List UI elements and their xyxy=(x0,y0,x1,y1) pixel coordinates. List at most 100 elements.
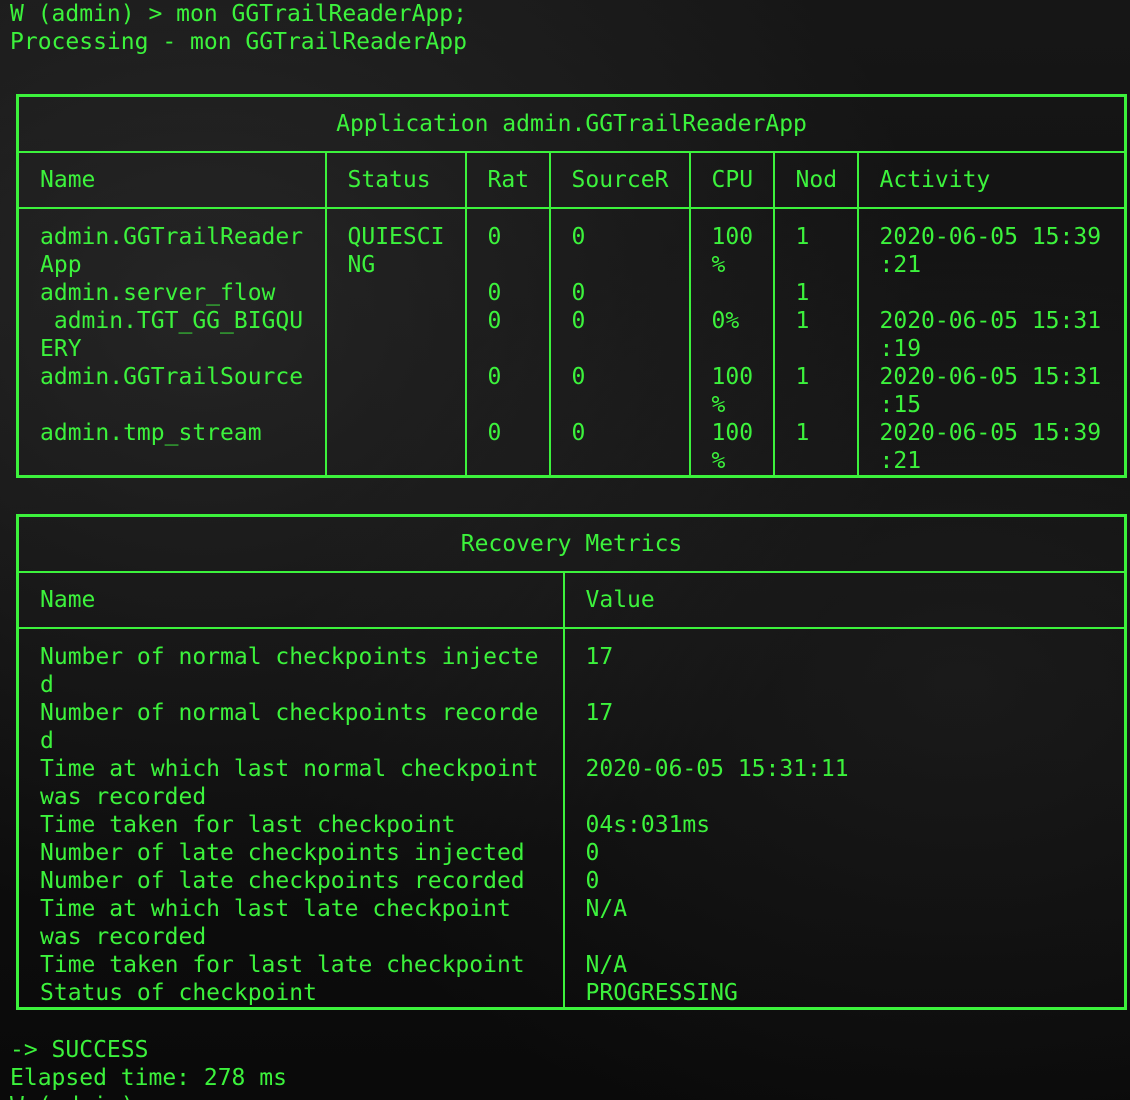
recovery-metrics-cell: Number of normal checkpoints recorde xyxy=(40,700,539,726)
application-table-column-header: CPU xyxy=(688,151,775,209)
recovery-metrics-header-row: Name Value xyxy=(16,571,1127,629)
application-table-column-header: Rat xyxy=(464,151,551,209)
application-table: Application admin.GGTrailReaderApp Name S… xyxy=(16,94,1127,478)
application-table-cell xyxy=(572,335,688,363)
application-table-cell: 0 xyxy=(571,420,586,446)
application-table-cell: 2020-06-05 15:31 xyxy=(879,308,1102,334)
recovery-metrics-cell: d xyxy=(40,728,54,754)
recovery-metrics-cell: N/A xyxy=(585,952,628,978)
application-table-column-header: Activity xyxy=(856,151,1127,209)
recovery-metrics-column-header: Value xyxy=(562,571,1127,629)
application-table-cell: :19 xyxy=(879,336,922,362)
recovery-metrics-cell: 17 xyxy=(585,644,614,670)
application-table-cell xyxy=(796,251,856,279)
recovery-metrics-cell: 0 xyxy=(585,840,600,866)
recovery-metrics-cell: Time at which last late checkpoint xyxy=(40,896,511,922)
application-table-cell: 1 xyxy=(795,280,810,306)
application-table-header-row: Name Status Rat SourceR CPU Nod Activity xyxy=(16,151,1127,209)
recovery-metrics-column-header: Name xyxy=(16,571,565,629)
application-table-cell: 2020-06-05 15:31 xyxy=(879,364,1102,390)
recovery-metrics-cell xyxy=(586,727,1124,755)
application-table-column: admin.GGTrailReader App admin.server_flow … xyxy=(16,207,327,478)
recovery-metrics-cell: 2020-06-05 15:31:11 xyxy=(585,756,849,782)
elapsed-time-line: Elapsed time: 278 ms xyxy=(10,1065,287,1091)
recovery-metrics-cell xyxy=(586,671,1124,699)
command-line: W (admin) > mon GGTrailReaderApp; xyxy=(10,1,467,27)
recovery-metrics-cell: was recorded xyxy=(40,784,207,810)
application-table-cell: 1 xyxy=(795,308,810,334)
application-table-column: QUIESCI NG xyxy=(324,207,467,478)
application-table-column: 100% 0% 100% 100% xyxy=(688,207,775,478)
application-table-cell: QUIESCI xyxy=(347,224,445,250)
application-table-cell: 0 xyxy=(571,280,586,306)
application-table-cell: :15 xyxy=(879,392,922,418)
application-table-column-header: Nod xyxy=(772,151,859,209)
recovery-metrics-cell: PROGRESSING xyxy=(585,980,738,1006)
processing-line: Processing - mon GGTrailReaderApp xyxy=(10,29,467,55)
application-table-cell: 0 xyxy=(571,308,586,334)
recovery-metrics-cell: d xyxy=(40,672,54,698)
application-table-cell: :21 xyxy=(879,252,922,278)
application-table-cell: 2020-06-05 15:39 xyxy=(879,224,1102,250)
recovery-metrics-cell xyxy=(586,783,1124,811)
application-table-cell: 1 xyxy=(795,224,810,250)
application-table-cell xyxy=(488,251,548,279)
application-table-cell xyxy=(880,279,1124,307)
application-table-cell: 0 xyxy=(487,224,502,250)
application-table-body: admin.GGTrailReader App admin.server_flow … xyxy=(16,207,1127,478)
application-table-cell: ERY xyxy=(40,336,82,362)
recovery-metrics-cell xyxy=(586,923,1124,951)
application-table-cell xyxy=(348,391,464,419)
application-table-cell: admin.GGTrailSource xyxy=(40,364,304,390)
application-table-cell xyxy=(712,335,772,363)
application-table-cell: 0% xyxy=(711,308,740,334)
recovery-metrics-cell: Number of normal checkpoints injecte xyxy=(40,644,539,670)
recovery-metrics-title: Recovery Metrics xyxy=(16,514,1127,573)
application-table-cell: 1 xyxy=(795,420,810,446)
result-line: -> SUCCESS xyxy=(10,1037,149,1063)
application-table-cell xyxy=(348,335,464,363)
recovery-metrics-cell: Number of late checkpoints injected xyxy=(40,840,525,866)
recovery-metrics-cell: N/A xyxy=(585,896,628,922)
application-table-cell xyxy=(488,447,548,475)
application-table-cell xyxy=(572,391,688,419)
recovery-metrics-cell: Time taken for last late checkpoint xyxy=(40,952,525,978)
application-table-cell: 100 xyxy=(711,224,754,250)
application-table-cell xyxy=(796,447,856,475)
recovery-metrics-cell: 17 xyxy=(585,700,614,726)
application-table-column-header: SourceR xyxy=(548,151,691,209)
application-table-column: 0 00 0 0 xyxy=(464,207,551,478)
recovery-metrics-cell: 0 xyxy=(585,868,600,894)
application-table-cell xyxy=(572,447,688,475)
application-table-column: 2020-06-05 15:39:21 2020-06-05 15:31:19 2… xyxy=(856,207,1127,478)
application-table-cell: NG xyxy=(347,252,376,278)
application-table-cell: 2020-06-05 15:39 xyxy=(879,420,1102,446)
application-table-cell: admin.TGT_GG_BIGQU xyxy=(40,308,304,334)
application-table-cell: % xyxy=(711,252,726,278)
application-table-cell: 0 xyxy=(487,420,502,446)
application-table-cell xyxy=(40,391,324,419)
recovery-metrics-cell: Number of late checkpoints recorded xyxy=(40,868,525,894)
application-table-cell: 0 xyxy=(571,364,586,390)
recovery-metrics-table: Recovery Metrics Name Value Number of nor… xyxy=(16,514,1127,1010)
application-table-cell: % xyxy=(711,448,726,474)
application-table-cell xyxy=(572,251,688,279)
application-table-cell: admin.GGTrailReader xyxy=(40,224,304,250)
recovery-metrics-cell: 04s:031ms xyxy=(585,812,711,838)
application-table-cell: admin.server_flow xyxy=(40,280,276,306)
application-table-cell: 1 xyxy=(795,364,810,390)
application-table-cell xyxy=(488,335,548,363)
application-table-cell xyxy=(40,447,324,475)
application-table-cell: App xyxy=(40,252,82,278)
application-table-column: 0 00 0 0 xyxy=(548,207,691,478)
application-table-cell: 100 xyxy=(711,420,754,446)
recovery-metrics-column: Number of normal checkpoints injecte d Num… xyxy=(16,627,565,1010)
recovery-metrics-cell: Time taken for last checkpoint xyxy=(40,812,456,838)
application-table-cell xyxy=(348,363,464,391)
application-table-cell xyxy=(488,391,548,419)
recovery-metrics-column: 17 17 2020-06-05 15:31:11 04s:031ms 0 0 N/A… xyxy=(562,627,1127,1010)
application-table-cell xyxy=(348,279,464,307)
application-table-column-header: Status xyxy=(324,151,467,209)
recovery-metrics-cell: Status of checkpoint xyxy=(40,980,317,1006)
next-prompt-line[interactable]: W (admin) > xyxy=(10,1092,162,1100)
